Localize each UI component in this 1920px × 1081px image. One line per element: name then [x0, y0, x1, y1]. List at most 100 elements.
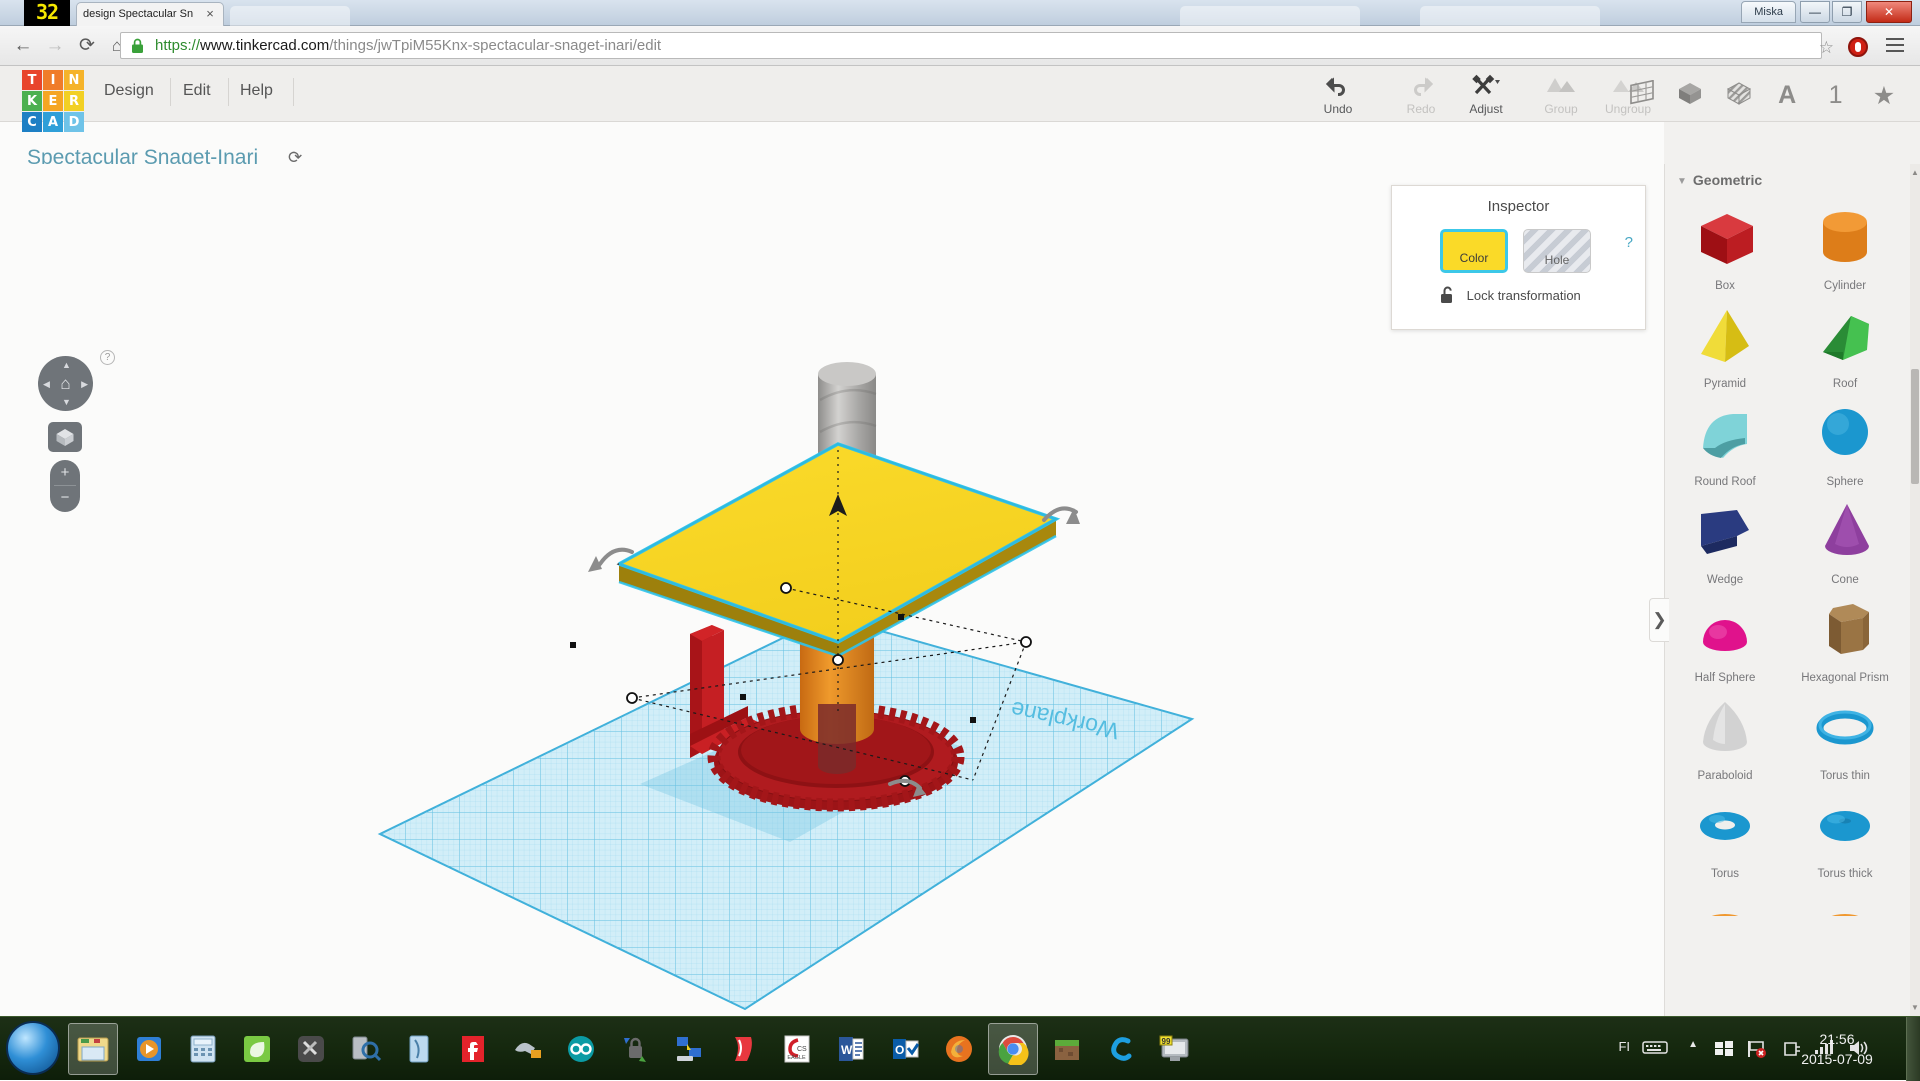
- url-path: /things/jwTpiM55Knx-spectacular-snaget-i…: [329, 37, 661, 54]
- tray-expand-icon[interactable]: ▲: [1688, 1039, 1698, 1050]
- taskbar-green-leaf-app-icon[interactable]: [232, 1023, 282, 1075]
- taskbar-sketchup-icon[interactable]: [718, 1023, 768, 1075]
- shape-item-partial-left[interactable]: [1665, 886, 1785, 916]
- fit-view-button[interactable]: [48, 422, 82, 452]
- inspector-help-icon[interactable]: ?: [1625, 234, 1633, 251]
- taskbar-file-explorer-icon[interactable]: [68, 1023, 118, 1075]
- shape-item-pyramid[interactable]: Pyramid: [1665, 298, 1785, 396]
- shape-item-sphere[interactable]: Sphere: [1785, 396, 1905, 494]
- redo-button[interactable]: Redo: [1390, 74, 1452, 116]
- taskbar-outlook-icon[interactable]: O: [880, 1023, 930, 1075]
- nav-up-arrow-icon[interactable]: ▲: [62, 360, 71, 370]
- shape-item-partial-right[interactable]: [1785, 886, 1905, 916]
- shape-item-torus[interactable]: Torus: [1665, 788, 1785, 886]
- lock-transformation-row[interactable]: Lock transformation: [1440, 286, 1581, 304]
- undo-button[interactable]: Undo: [1307, 74, 1369, 116]
- close-tab-icon[interactable]: ×: [203, 7, 217, 21]
- maximize-button[interactable]: ❐: [1832, 1, 1862, 23]
- viewport-help-icon[interactable]: ?: [100, 350, 115, 365]
- browser-profile-button[interactable]: Miska: [1741, 1, 1796, 23]
- taskbar-calculator-icon[interactable]: [178, 1023, 228, 1075]
- taskbar-media-player-icon[interactable]: [124, 1023, 174, 1075]
- text-shape-icon[interactable]: A: [1765, 81, 1809, 110]
- group-label: Group: [1530, 102, 1592, 116]
- menu-divider-2: [228, 78, 229, 106]
- shape-item-torus-thick[interactable]: Torus thick: [1785, 788, 1905, 886]
- shapes-panel-scrollbar[interactable]: ▲ ▼: [1910, 164, 1920, 1016]
- shapes-category-header[interactable]: ▼Geometric: [1677, 172, 1762, 188]
- close-window-button[interactable]: ✕: [1866, 1, 1912, 23]
- taskbar-computer-search-icon[interactable]: [340, 1023, 390, 1075]
- hole-swatch-button[interactable]: Hole: [1523, 229, 1591, 273]
- taskbar-c-app-icon[interactable]: [1096, 1023, 1146, 1075]
- nav-left-arrow-icon[interactable]: ◀: [43, 379, 50, 390]
- keyboard-icon[interactable]: [1642, 1039, 1668, 1058]
- zoom-controls[interactable]: + −: [50, 460, 80, 512]
- taskbar-network-transfer-icon[interactable]: [664, 1023, 714, 1075]
- menu-edit[interactable]: Edit: [183, 82, 211, 100]
- zoom-out-button[interactable]: −: [50, 486, 80, 512]
- shape-item-wedge[interactable]: Wedge: [1665, 494, 1785, 592]
- taskbar-word-icon[interactable]: W: [826, 1023, 876, 1075]
- adjust-button[interactable]: Adjust: [1448, 74, 1524, 116]
- shape-item-round-roof[interactable]: Round Roof: [1665, 396, 1785, 494]
- shape-item-cylinder[interactable]: Cylinder: [1785, 200, 1905, 298]
- color-swatch-button[interactable]: Color: [1440, 229, 1508, 273]
- taskbar-cs-eagle-icon[interactable]: CSEAGLE: [772, 1023, 822, 1075]
- panel-toggle-button[interactable]: ❯: [1649, 598, 1669, 642]
- shape-item-roof[interactable]: Roof: [1785, 298, 1905, 396]
- scroll-down-arrow-icon[interactable]: ▼: [1911, 1003, 1919, 1012]
- windows-start-orb-icon[interactable]: [6, 1021, 60, 1075]
- taskbar-lock-icon[interactable]: [610, 1023, 660, 1075]
- taskbar-document-viewer-icon[interactable]: [394, 1023, 444, 1075]
- browser-tab[interactable]: design Spectacular Sn ×: [76, 2, 224, 26]
- taskbar-clock[interactable]: 21:56 2015-07-09: [1782, 1029, 1892, 1069]
- solid-cube-icon[interactable]: [1668, 80, 1712, 111]
- scrollbar-thumb[interactable]: [1911, 369, 1919, 484]
- shape-label: Paraboloid: [1665, 770, 1785, 782]
- show-desktop-button[interactable]: [1906, 1017, 1920, 1081]
- favorites-star-icon[interactable]: ★: [1862, 81, 1906, 111]
- nav-right-arrow-icon[interactable]: ▶: [81, 379, 88, 390]
- browser-menu-icon[interactable]: [1886, 38, 1904, 52]
- svg-text:W: W: [841, 1043, 853, 1057]
- workplane-icon[interactable]: [1620, 80, 1664, 111]
- hole-cube-icon[interactable]: [1717, 80, 1761, 111]
- number-shape-icon[interactable]: 1: [1814, 81, 1858, 110]
- windows-flag-icon[interactable]: [1714, 1039, 1734, 1060]
- extension-icon[interactable]: [1848, 37, 1868, 57]
- shape-item-cone[interactable]: Cone: [1785, 494, 1905, 592]
- edge-handle: [898, 614, 904, 620]
- taskbar-arduino-icon[interactable]: [556, 1023, 606, 1075]
- flag-alert-icon[interactable]: [1746, 1039, 1768, 1062]
- taskbar-firefox-icon[interactable]: [934, 1023, 984, 1075]
- back-icon[interactable]: ←: [10, 34, 36, 58]
- shape-item-hexagonal-prism[interactable]: Hexagonal Prism: [1785, 592, 1905, 690]
- taskbar-minecraft-icon[interactable]: [1042, 1023, 1092, 1075]
- forward-icon[interactable]: →: [42, 34, 68, 58]
- menu-help[interactable]: Help: [240, 82, 273, 100]
- bookmark-star-icon[interactable]: ☆: [1819, 38, 1834, 58]
- shape-item-paraboloid[interactable]: Paraboloid: [1665, 690, 1785, 788]
- shape-item-half-sphere[interactable]: Half Sphere: [1665, 592, 1785, 690]
- menu-design[interactable]: Design: [104, 82, 154, 100]
- zoom-in-button[interactable]: +: [50, 460, 80, 485]
- scroll-up-arrow-icon[interactable]: ▲: [1911, 168, 1919, 177]
- shape-item-torus-thin[interactable]: Torus thin: [1785, 690, 1905, 788]
- nav-down-arrow-icon[interactable]: ▼: [62, 397, 71, 407]
- home-view-icon[interactable]: ⌂: [60, 374, 70, 394]
- tray-language-indicator[interactable]: FI: [1618, 1039, 1630, 1054]
- group-button[interactable]: Group: [1530, 74, 1592, 116]
- tinkercad-logo[interactable]: T I N K E R C A D: [22, 70, 84, 132]
- taskbar-facebook-icon[interactable]: [448, 1023, 498, 1075]
- reload-icon[interactable]: ⟳: [74, 34, 100, 58]
- address-bar[interactable]: https://www.tinkercad.com/things/jwTpiM5…: [120, 32, 1822, 59]
- taskbar-usb-tool-icon[interactable]: [502, 1023, 552, 1075]
- view-navigation-pad[interactable]: ▲ ▼ ◀ ▶ ⌂: [38, 356, 93, 411]
- shape-item-box[interactable]: Box: [1665, 200, 1785, 298]
- minimize-button[interactable]: —: [1800, 1, 1830, 23]
- https-lock-icon: [131, 38, 144, 54]
- taskbar-tools-wrench-icon[interactable]: [286, 1023, 336, 1075]
- taskbar-monitor-99-icon[interactable]: 99: [1150, 1023, 1200, 1075]
- taskbar-chrome-icon[interactable]: [988, 1023, 1038, 1075]
